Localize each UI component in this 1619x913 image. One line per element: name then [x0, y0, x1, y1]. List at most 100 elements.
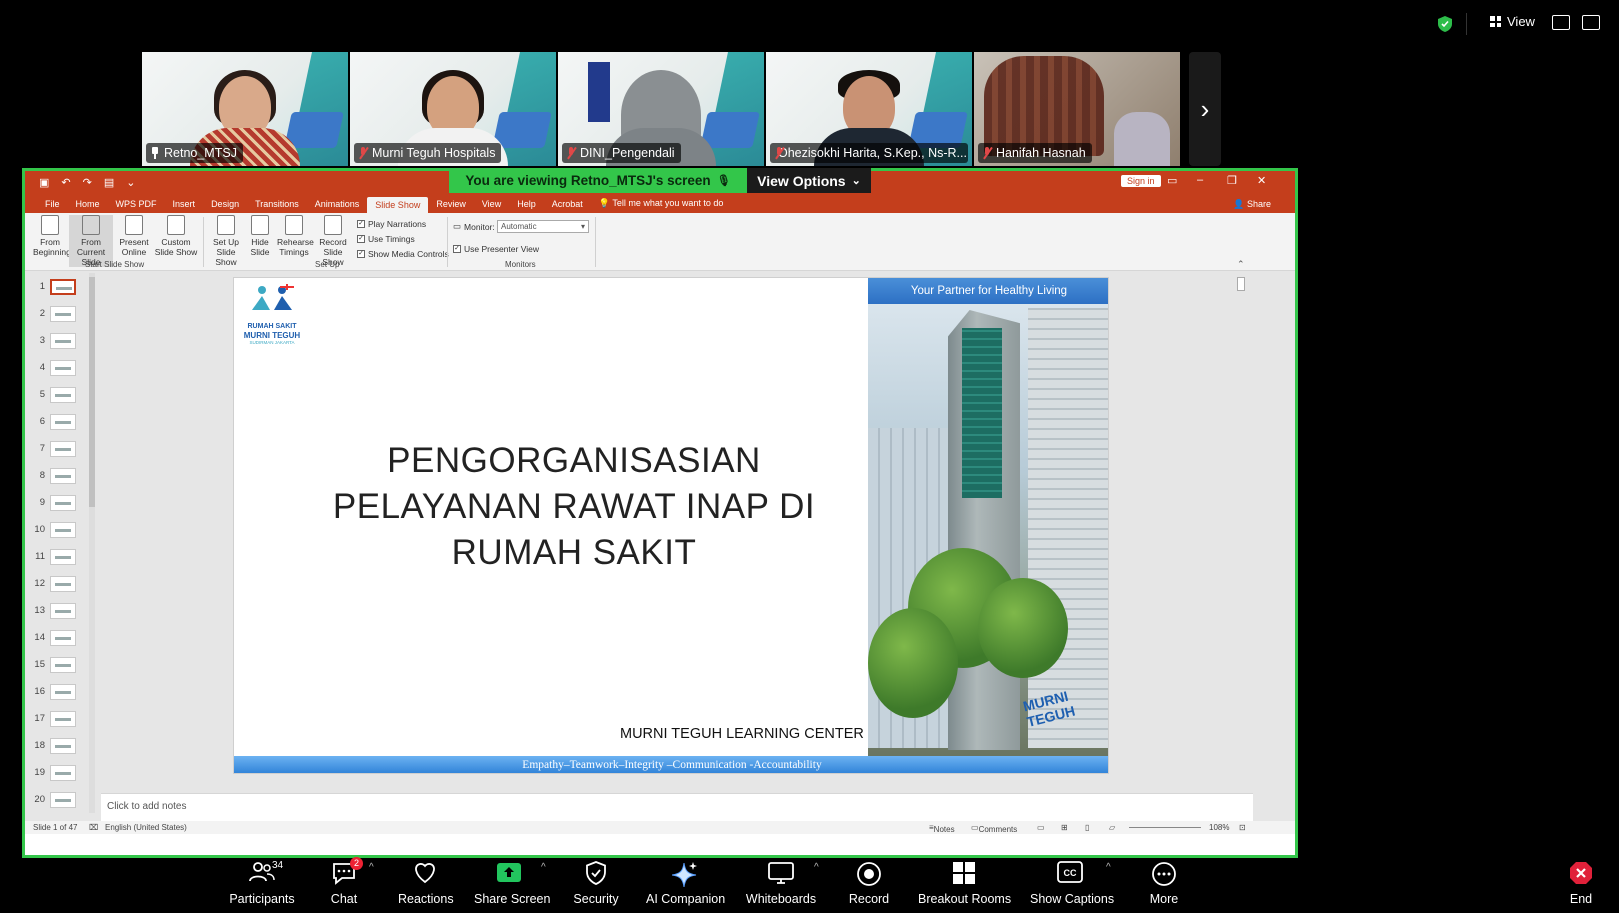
tab-animations[interactable]: Animations: [307, 199, 368, 213]
customize-toolbar-icon[interactable]: ⌄: [126, 176, 135, 189]
captions-options-chevron-icon[interactable]: ^: [1106, 862, 1111, 873]
share-options-chevron-icon[interactable]: ^: [541, 862, 546, 873]
dropdown-arrow-icon: ▾: [580, 222, 585, 231]
restore-icon[interactable]: ❐: [1227, 174, 1237, 187]
more-button[interactable]: More: [1146, 861, 1182, 906]
slide-number: 16: [34, 686, 45, 697]
tab-help[interactable]: Help: [509, 199, 544, 213]
accessibility-icon[interactable]: ⌧: [89, 823, 98, 832]
breakout-rooms-icon: [953, 862, 975, 884]
participant-name-label: Ohezisokhi Harita, S.Kep., Ns-R...: [770, 143, 968, 163]
fullscreen-icon[interactable]: [1582, 15, 1600, 30]
redo-icon[interactable]: ↷: [83, 176, 92, 189]
tab-slide-show[interactable]: Slide Show: [367, 197, 429, 213]
view-options-button[interactable]: View Options ⌄: [747, 168, 871, 193]
logo-figures-icon: [252, 284, 294, 310]
participant-tile[interactable]: Retno_MTSJ: [142, 52, 348, 166]
show-media-controls-checkbox[interactable]: ✓ Show Media Controls: [357, 249, 449, 259]
show-captions-button[interactable]: CC Show Captions: [1030, 861, 1114, 906]
ribbon-display-icon[interactable]: ▭: [1167, 174, 1177, 187]
view-button[interactable]: View: [1490, 14, 1535, 29]
collapse-ribbon-icon[interactable]: ⌃: [1237, 259, 1245, 270]
tab-review[interactable]: Review: [428, 199, 474, 213]
slide-thumbnail-pane: 1 2 3 4 5 6 7 8 9 10 11 12 13 14 15 16 17 18 19 20: [25, 271, 101, 821]
fit-to-window-icon[interactable]: ⊡: [1239, 823, 1246, 832]
share-button[interactable]: 👤 Share: [1233, 199, 1271, 210]
notes-pane[interactable]: Click to add notes: [101, 793, 1253, 821]
participant-name-label: Retno_MTSJ: [146, 143, 243, 163]
record-button[interactable]: Record: [846, 861, 892, 906]
sparkle-icon: [671, 862, 697, 888]
whiteboards-button[interactable]: Whiteboards: [744, 861, 818, 906]
presenter-view-checkbox[interactable]: ✓ Use Presenter View: [453, 244, 539, 254]
participant-name-label: Hanifah Hasnah: [978, 143, 1092, 163]
picture-in-picture-icon[interactable]: [1552, 15, 1570, 30]
tab-transitions[interactable]: Transitions: [247, 199, 307, 213]
slide-number: 10: [34, 524, 45, 535]
use-timings-checkbox[interactable]: ✓ Use Timings: [357, 234, 415, 244]
slide-number: 19: [34, 767, 45, 778]
custom-slide-show-button[interactable]: Custom Slide Show: [153, 215, 199, 257]
zoom-level[interactable]: 108%: [1209, 823, 1229, 832]
slide-number: 15: [34, 659, 45, 670]
normal-view-icon[interactable]: ▭: [1037, 823, 1045, 832]
tab-home[interactable]: Home: [68, 199, 108, 213]
group-label-setup: Set Up: [315, 260, 340, 269]
slide-show-ribbon: From Beginning From Current Slide Presen…: [25, 213, 1295, 271]
chat-options-chevron-icon[interactable]: ^: [369, 862, 374, 873]
monitor-select[interactable]: Automatic ▾: [497, 220, 589, 233]
next-participants-arrow-icon[interactable]: ›: [1189, 52, 1221, 166]
share-screen-button[interactable]: Share Screen: [474, 861, 550, 906]
close-icon[interactable]: ✕: [1257, 174, 1266, 187]
tab-insert[interactable]: Insert: [165, 199, 204, 213]
security-button[interactable]: Security: [570, 861, 622, 906]
whiteboard-options-chevron-icon[interactable]: ^: [814, 862, 819, 873]
tab-file[interactable]: File: [37, 199, 68, 213]
slide-sorter-icon[interactable]: ⊞: [1061, 823, 1068, 832]
hide-slide-button[interactable]: Hide Slide: [247, 215, 273, 257]
participant-tile[interactable]: DINI_Pengendali: [558, 52, 764, 166]
rehearse-timings-button[interactable]: Rehearse Timings: [277, 215, 314, 257]
set-up-slide-show-button[interactable]: Set Up Slide Show: [207, 215, 245, 267]
slide-scrollbar[interactable]: [1235, 271, 1247, 781]
slide-preview: [50, 306, 76, 322]
tab-acrobat[interactable]: Acrobat: [544, 199, 591, 213]
tab-view[interactable]: View: [474, 199, 509, 213]
slideshow-view-icon[interactable]: ▱: [1109, 823, 1115, 832]
language-label[interactable]: English (United States): [105, 823, 187, 832]
present-online-button[interactable]: Present Online: [117, 215, 151, 257]
record-icon: [324, 215, 342, 235]
slide-number: 4: [39, 362, 45, 373]
slide-canvas[interactable]: RUMAH SAKIT MURNI TEGUH SUDIRMAN JAKARTA…: [233, 277, 1109, 774]
play-narrations-checkbox[interactable]: ✓ Play Narrations: [357, 219, 426, 229]
comments-toggle[interactable]: ▭ Comments: [971, 823, 1017, 834]
ribbon-group-divider: [203, 217, 204, 267]
chat-button[interactable]: 2 Chat: [322, 857, 366, 906]
reading-view-icon[interactable]: ▯: [1085, 823, 1089, 832]
slide-number: 18: [34, 740, 45, 751]
notes-toggle[interactable]: ≡ Notes: [929, 823, 955, 834]
breakout-rooms-button[interactable]: Breakout Rooms: [918, 861, 1011, 906]
participant-tile[interactable]: Hanifah Hasnah: [974, 52, 1180, 166]
undo-icon[interactable]: ↶: [61, 176, 70, 189]
from-beginning-button[interactable]: From Beginning: [33, 215, 71, 257]
participant-tile[interactable]: Ohezisokhi Harita, S.Kep., Ns-R...: [766, 52, 972, 166]
minimize-icon[interactable]: –: [1197, 174, 1203, 186]
participant-tile[interactable]: Murni Teguh Hospitals: [350, 52, 556, 166]
reactions-button[interactable]: Reactions: [398, 861, 454, 906]
stopwatch-icon: [285, 215, 303, 235]
ai-companion-button[interactable]: AI Companion: [646, 861, 725, 906]
zoom-slider[interactable]: [1129, 827, 1201, 828]
sign-in-button[interactable]: Sign in: [1121, 175, 1161, 187]
present-icon[interactable]: ▤: [104, 176, 114, 189]
end-meeting-button[interactable]: End: [1566, 861, 1596, 906]
save-icon[interactable]: ▣: [39, 176, 49, 189]
encryption-shield-icon[interactable]: [1438, 16, 1452, 32]
participants-button[interactable]: 34 Participants: [226, 860, 298, 906]
participant-name-label: DINI_Pengendali: [562, 143, 681, 163]
more-dots-icon: [1152, 862, 1176, 886]
thumbnail-scrollbar[interactable]: [89, 273, 95, 813]
tab-design[interactable]: Design: [203, 199, 247, 213]
tell-me-search[interactable]: 💡 Tell me what you want to do: [591, 198, 732, 213]
tab-wps-pdf[interactable]: WPS PDF: [108, 199, 165, 213]
